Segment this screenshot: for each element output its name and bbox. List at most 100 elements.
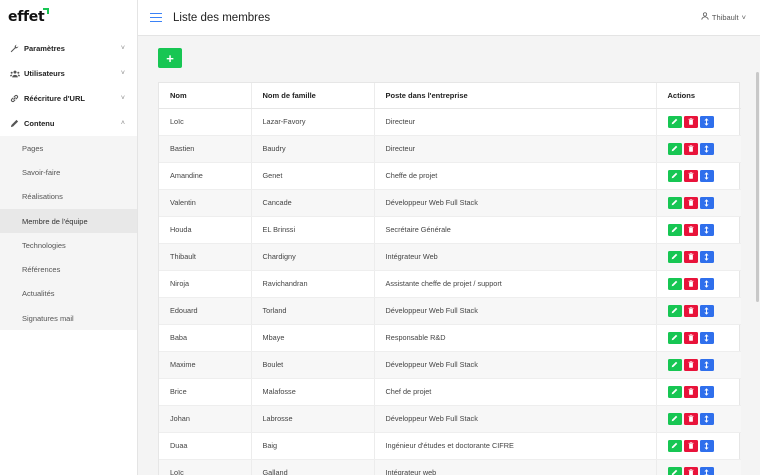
delete-button[interactable]	[683, 142, 698, 155]
reorder-button[interactable]	[699, 223, 714, 236]
edit-button[interactable]	[667, 142, 682, 155]
delete-button[interactable]	[683, 223, 698, 236]
sidebar-item-utilisateurs[interactable]: Utilisateurs ˅	[0, 61, 137, 86]
member-last-name: Mbaye	[251, 324, 375, 352]
reorder-button[interactable]	[699, 142, 714, 155]
trash-icon	[688, 361, 693, 368]
row-actions	[656, 189, 741, 217]
edit-button[interactable]	[667, 250, 682, 263]
sidebar-subitem-membre-equipe[interactable]: Membre de l'équipe	[0, 208, 137, 234]
actions-group	[667, 439, 742, 452]
sidebar-item-label: Contenu	[24, 119, 55, 128]
reorder-button[interactable]	[699, 196, 714, 209]
scrollbar[interactable]	[756, 72, 759, 302]
pencil-icon	[671, 280, 678, 287]
member-last-name: Baudry	[251, 135, 375, 163]
actions-group	[667, 331, 742, 344]
sidebar-subitem-signatures-mail[interactable]: Signatures mail	[0, 306, 137, 330]
reorder-button[interactable]	[699, 331, 714, 344]
delete-button[interactable]	[683, 331, 698, 344]
reorder-button[interactable]	[699, 169, 714, 182]
delete-button[interactable]	[683, 439, 698, 452]
link-icon	[10, 94, 24, 103]
table-row: Niroja Ravichandran Assistante cheffe de p…	[159, 270, 742, 298]
sidebar-subitem-realisations[interactable]: Réalisations	[0, 185, 137, 209]
edit-button[interactable]	[667, 304, 682, 317]
chevron-down-icon: ˅	[120, 95, 125, 102]
actions-group	[667, 277, 742, 290]
updown-arrows-icon	[704, 225, 709, 234]
delete-button[interactable]	[683, 277, 698, 290]
reorder-button[interactable]	[699, 385, 714, 398]
delete-button[interactable]	[683, 412, 698, 425]
actions-group	[667, 412, 742, 425]
trash-icon	[688, 334, 693, 341]
edit-button[interactable]	[667, 412, 682, 425]
column-header-nom-de-famille[interactable]: Nom de famille	[251, 83, 375, 109]
edit-button[interactable]	[667, 358, 682, 371]
reorder-button[interactable]	[699, 115, 714, 128]
member-last-name: Malafosse	[251, 378, 375, 406]
row-actions	[656, 216, 741, 244]
delete-button[interactable]	[683, 385, 698, 398]
row-actions	[656, 351, 741, 379]
reorder-button[interactable]	[699, 277, 714, 290]
pencil-icon	[671, 388, 678, 395]
edit-button[interactable]	[667, 385, 682, 398]
sidebar-subitem-technologies[interactable]: Technologies	[0, 233, 137, 257]
member-first-name: Johan	[159, 405, 252, 433]
member-role: Responsable R&D	[374, 324, 657, 352]
table-header-row: Nom Nom de famille Poste dans l'entrepri…	[159, 83, 741, 109]
sidebar-item-contenu[interactable]: Contenu ˄	[0, 111, 137, 136]
logo[interactable]: effet	[0, 0, 137, 36]
edit-button[interactable]	[667, 277, 682, 290]
reorder-button[interactable]	[699, 358, 714, 371]
sidebar-subitem-savoir-faire[interactable]: Savoir-faire	[0, 160, 137, 184]
edit-button[interactable]	[667, 169, 682, 182]
trash-icon	[688, 442, 693, 449]
row-actions	[656, 243, 741, 271]
delete-button[interactable]	[683, 358, 698, 371]
sidebar-subitem-pages[interactable]: Pages	[0, 136, 137, 160]
trash-icon	[688, 280, 693, 287]
member-last-name: Labrosse	[251, 405, 375, 433]
updown-arrows-icon	[704, 414, 709, 423]
reorder-button[interactable]	[699, 439, 714, 452]
sidebar-item-parametres[interactable]: Paramètres ˅	[0, 36, 137, 61]
delete-button[interactable]	[683, 304, 698, 317]
member-last-name: Cancade	[251, 189, 375, 217]
edit-button[interactable]	[667, 439, 682, 452]
delete-button[interactable]	[683, 196, 698, 209]
hamburger-menu-icon[interactable]	[150, 12, 162, 23]
table-row: Houda EL Brinssi Secrétaire Générale	[159, 216, 741, 244]
edit-button[interactable]	[667, 115, 682, 128]
reorder-button[interactable]	[699, 412, 714, 425]
sidebar-item-reecriture-url[interactable]: Réécriture d'URL ˅	[0, 86, 137, 111]
sidebar-subitem-references[interactable]: Références	[0, 257, 137, 281]
sidebar-subitem-actualites[interactable]: Actualités	[0, 282, 137, 306]
edit-button[interactable]	[667, 466, 682, 475]
delete-button[interactable]	[683, 250, 698, 263]
delete-button[interactable]	[683, 169, 698, 182]
delete-button[interactable]	[683, 115, 698, 128]
member-role: Intégrateur web	[374, 459, 657, 475]
pencil-icon	[671, 307, 678, 314]
reorder-button[interactable]	[699, 304, 714, 317]
reorder-button[interactable]	[699, 466, 714, 475]
user-menu[interactable]: Thibault ˅	[701, 12, 746, 22]
main-content: + Nom Nom de famille Poste dans l'entrep…	[138, 36, 760, 475]
add-member-button[interactable]: +	[158, 48, 182, 68]
member-role: Secrétaire Générale	[374, 216, 657, 244]
column-header-poste[interactable]: Poste dans l'entreprise	[374, 83, 657, 109]
delete-button[interactable]	[683, 466, 698, 475]
updown-arrows-icon	[704, 360, 709, 369]
table-row: Loïc Galland Intégrateur web	[159, 459, 741, 475]
edit-button[interactable]	[667, 223, 682, 236]
actions-group	[667, 385, 742, 398]
page-title: Liste des membres	[173, 11, 271, 24]
column-header-nom[interactable]: Nom	[159, 83, 252, 109]
edit-button[interactable]	[667, 196, 682, 209]
edit-button[interactable]	[667, 331, 682, 344]
reorder-button[interactable]	[699, 250, 714, 263]
updown-arrows-icon	[704, 279, 709, 288]
